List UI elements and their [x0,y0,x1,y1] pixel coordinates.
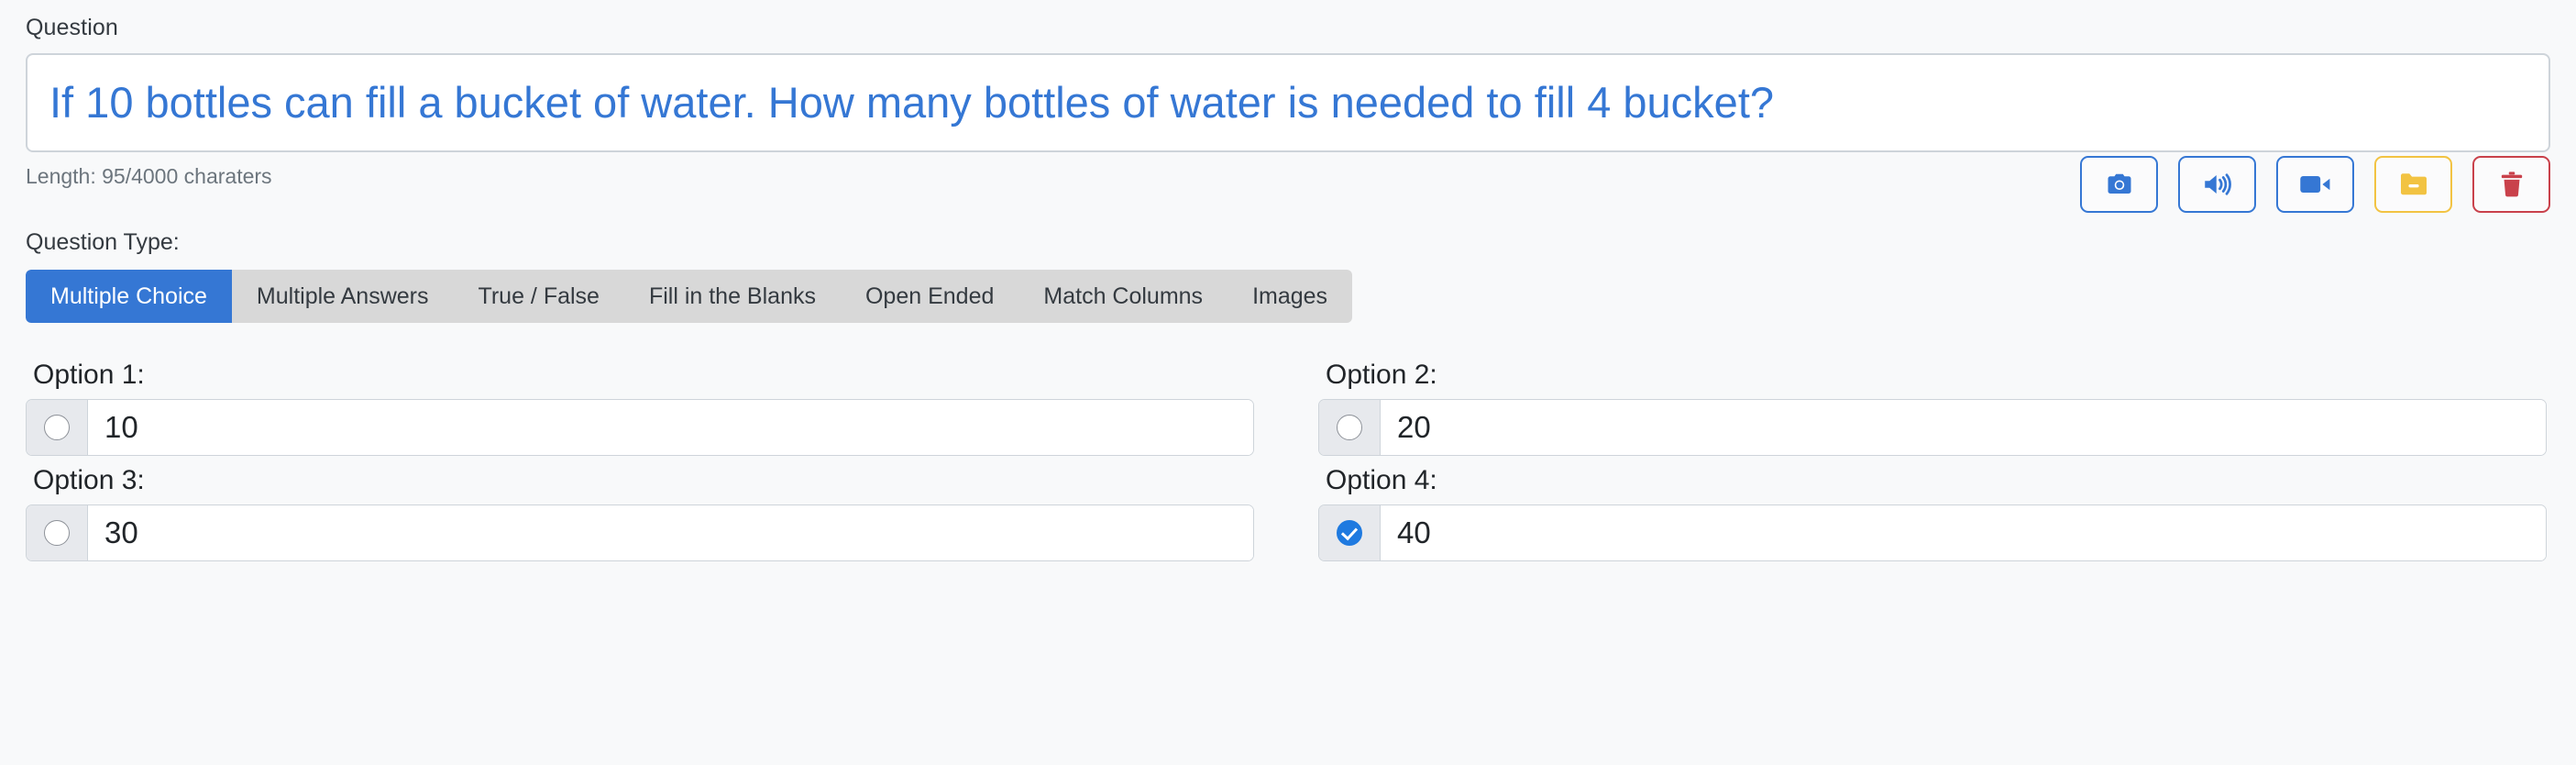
option-1-label: Option 1: [33,360,145,390]
option-2-cell: Option 2: 20 [1318,360,2547,456]
question-type-tabs: Multiple Choice Multiple Answers True / … [26,270,1353,323]
radio-unchecked-icon [1337,415,1362,440]
camera-button[interactable] [2080,156,2158,213]
character-count: Length: 95/4000 charaters [26,164,272,188]
options-grid: Option 1: 10 Option 2: 20 Option 3: 30 O… [26,360,2550,561]
volume-up-icon [2201,171,2234,198]
option-3-input-group: 30 [26,504,1254,561]
question-text: If 10 bottles can fill a bucket of water… [50,77,1775,127]
tab-multiple-answers[interactable]: Multiple Answers [232,270,454,323]
option-1-input[interactable]: 10 [88,400,1253,455]
tab-open-ended[interactable]: Open Ended [841,270,1018,323]
option-4-input-group: 40 [1318,504,2547,561]
question-meta-row: Length: 95/4000 charaters [26,152,2550,220]
option-1-cell: Option 1: 10 [26,360,1254,456]
radio-checked-icon [1337,520,1362,546]
option-2-input-group: 20 [1318,399,2547,456]
option-4-cell: Option 4: 40 [1318,465,2547,561]
tab-match-columns[interactable]: Match Columns [1018,270,1227,323]
radio-unchecked-icon [44,520,70,546]
media-toolbar [2080,156,2550,213]
delete-button[interactable] [2472,156,2550,213]
option-4-radio[interactable] [1319,505,1381,560]
tab-fill-in-the-blanks[interactable]: Fill in the Blanks [624,270,841,323]
option-1-radio[interactable] [27,400,88,455]
video-camera-icon [2299,172,2332,197]
trash-icon [2498,171,2526,198]
folder-minus-icon [2398,172,2429,197]
option-3-label: Option 3: [33,465,145,495]
tab-true-false[interactable]: True / False [454,270,624,323]
folder-button[interactable] [2374,156,2452,213]
tab-multiple-choice[interactable]: Multiple Choice [26,270,232,323]
option-3-input[interactable]: 30 [88,505,1253,560]
option-4-label: Option 4: [1326,465,1437,495]
audio-button[interactable] [2178,156,2256,213]
option-2-label: Option 2: [1326,360,1437,390]
option-2-input[interactable]: 20 [1381,400,2546,455]
question-input[interactable]: If 10 bottles can fill a bucket of water… [26,53,2550,152]
tab-images[interactable]: Images [1227,270,1352,323]
option-3-cell: Option 3: 30 [26,465,1254,561]
radio-unchecked-icon [44,415,70,440]
question-editor-page: Question If 10 bottles can fill a bucket… [0,0,2576,765]
option-2-radio[interactable] [1319,400,1381,455]
option-4-input[interactable]: 40 [1381,505,2546,560]
option-1-input-group: 10 [26,399,1254,456]
option-3-radio[interactable] [27,505,88,560]
question-label: Question [26,15,118,40]
question-type-label: Question Type: [26,229,180,255]
video-button[interactable] [2276,156,2354,213]
camera-icon [2104,171,2135,198]
